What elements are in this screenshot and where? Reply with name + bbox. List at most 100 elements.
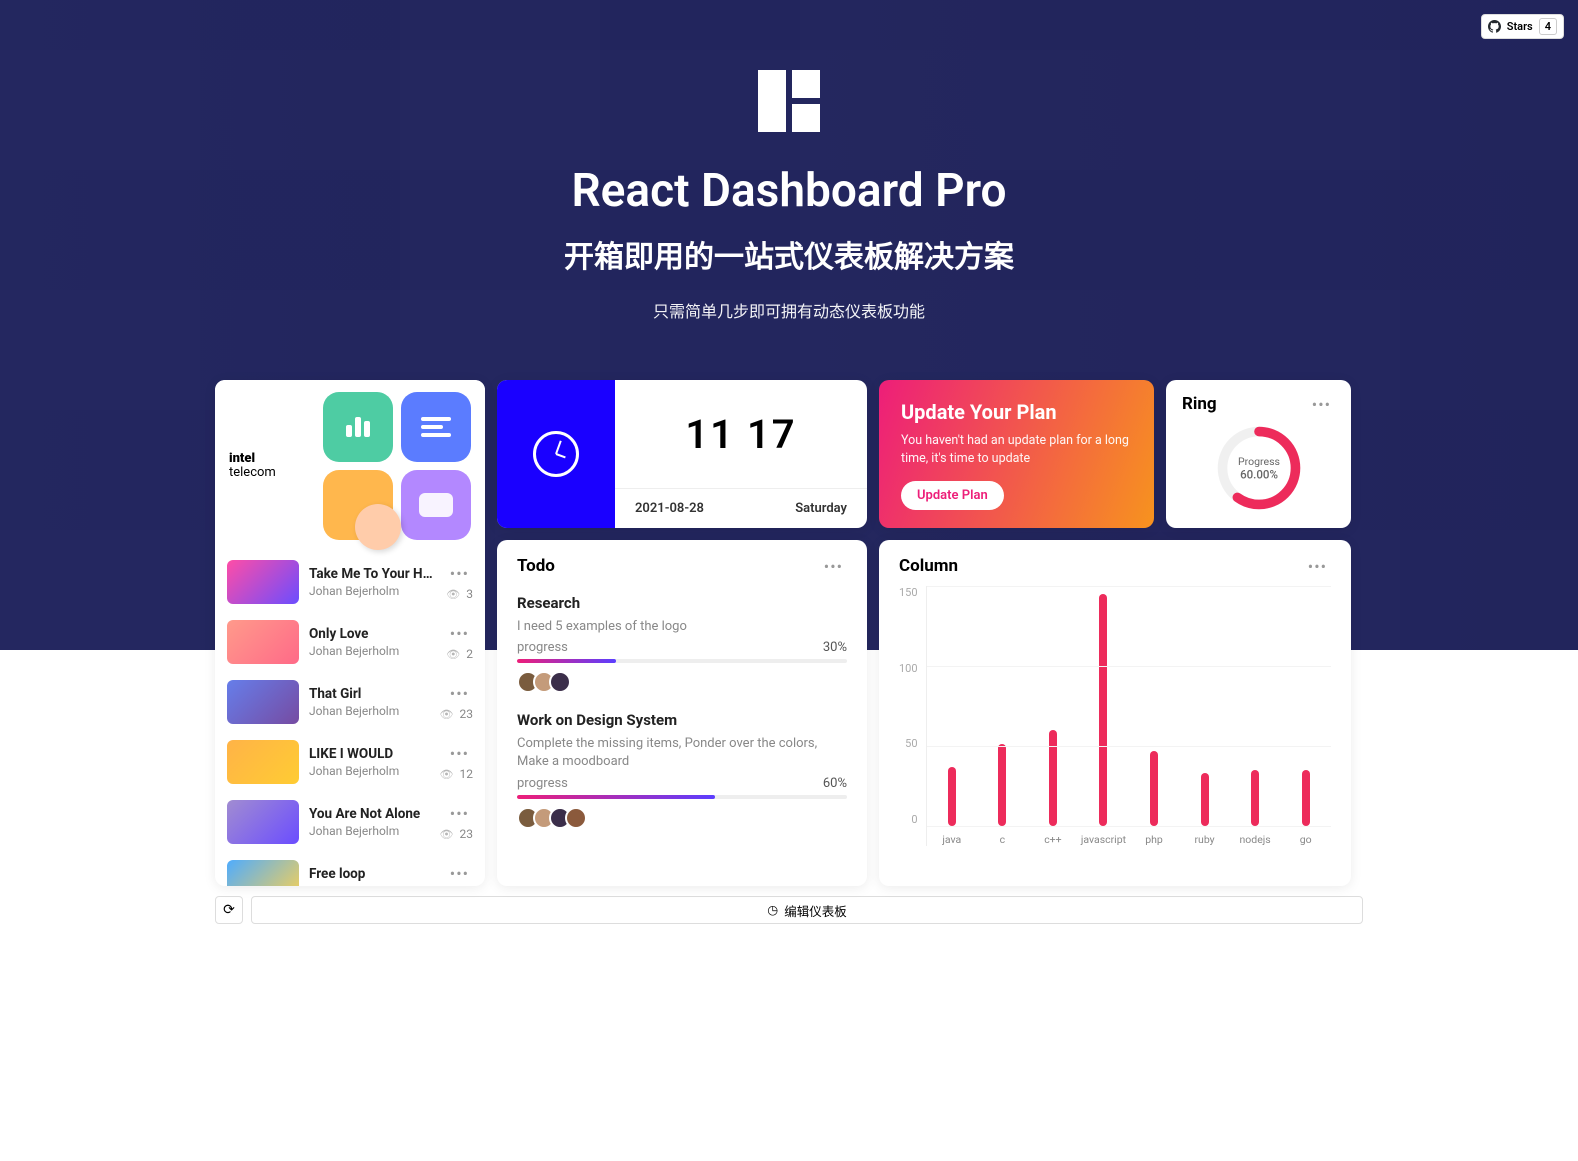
hero-subtitle: 开箱即用的一站式仪表板解决方案: [0, 232, 1578, 276]
track-row[interactable]: LIKE I WOULD Johan Bejerholm ••• 12: [215, 732, 485, 792]
github-stars-badge[interactable]: Stars 4: [1481, 14, 1564, 39]
track-row[interactable]: You Are Not Alone Johan Bejerholm ••• 23: [215, 792, 485, 852]
playlist-card: inteltelecom Take Me To Your Heart Johan…: [215, 380, 485, 886]
update-body: You haven't had an update plan for a lon…: [901, 432, 1132, 467]
more-icon[interactable]: •••: [446, 804, 473, 823]
task-item: Research I need 5 examples of the logo p…: [517, 594, 847, 693]
clock-card: 11 17 2021-08-28 Saturday: [497, 380, 867, 528]
github-icon: [1488, 20, 1501, 33]
progress-label: progress: [517, 640, 568, 655]
column-chart-card: Column ••• 150100500 java c c++ javascri…: [879, 540, 1351, 886]
svg-text:60.00%: 60.00%: [1240, 468, 1278, 482]
track-views: 3: [446, 587, 473, 601]
svg-text:Progress: Progress: [1237, 455, 1279, 468]
chart-icon: [323, 392, 393, 462]
avatar-group: [517, 671, 847, 693]
bar-rect: [1302, 770, 1310, 826]
grid-line: [927, 746, 1331, 747]
more-icon[interactable]: •••: [446, 624, 473, 643]
bar-label: php: [1145, 833, 1163, 846]
hero-tagline: 只需简单几步即可拥有动态仪表板功能: [0, 298, 1578, 322]
bar-label: javascript: [1081, 833, 1126, 846]
task-percent: 30%: [823, 640, 847, 655]
bar-javascript: javascript: [1081, 594, 1125, 826]
github-stars-count: 4: [1539, 18, 1557, 35]
refresh-button[interactable]: ⟳: [215, 896, 243, 924]
task-desc: Complete the missing items, Ponder over …: [517, 735, 847, 771]
track-title: Free loop: [309, 866, 430, 882]
bar-label: nodejs: [1239, 833, 1270, 846]
more-icon[interactable]: •••: [820, 557, 847, 576]
avatar: [565, 807, 587, 829]
track-artist: Johan Bejerholm: [309, 704, 430, 718]
more-icon[interactable]: •••: [446, 564, 473, 583]
bar-rect: [1049, 730, 1057, 826]
track-artist: Johan Bejerholm: [309, 824, 430, 838]
track-artist: Johan Bejerholm: [309, 764, 430, 778]
bar-label: c: [1000, 833, 1006, 846]
avatar-group: [517, 807, 847, 829]
more-icon[interactable]: •••: [446, 744, 473, 763]
track-row[interactable]: Free loop Johan Bejerholm ••• 36: [215, 852, 485, 886]
update-plan-card: Update Your Plan You haven't had an upda…: [879, 380, 1154, 528]
bar-rect: [1201, 773, 1209, 826]
progress-bar: [517, 659, 847, 663]
logo-icon: [758, 70, 820, 132]
update-plan-button[interactable]: Update Plan: [901, 481, 1004, 510]
track-row[interactable]: Only Love Johan Bejerholm ••• 2: [215, 612, 485, 672]
avatar: [549, 671, 571, 693]
bar-rect: [998, 744, 1006, 826]
bottom-toolbar: ⟳ ◷ 编辑仪表板: [209, 896, 1369, 944]
progress-bar: [517, 795, 847, 799]
track-views: 23: [440, 707, 473, 721]
bar-rect: [1251, 770, 1259, 826]
touch-icon: [323, 470, 393, 540]
card-icon: [401, 470, 471, 540]
track-title: That Girl: [309, 686, 430, 702]
track-thumb: [227, 740, 299, 784]
track-views: 12: [440, 767, 473, 781]
github-stars-label: Stars: [1507, 20, 1533, 33]
y-tick: 0: [899, 813, 918, 826]
grid-line: [927, 586, 1331, 587]
track-artist: Johan Bejerholm: [309, 644, 436, 658]
y-tick: 50: [899, 737, 918, 750]
track-thumb: [227, 620, 299, 664]
track-title: Take Me To Your Heart: [309, 566, 436, 582]
bar-label: go: [1300, 833, 1312, 846]
more-icon[interactable]: •••: [446, 864, 473, 883]
dashboard: inteltelecom Take Me To Your Heart Johan…: [209, 380, 1369, 886]
list-icon: [401, 392, 471, 462]
brand-label: inteltelecom: [229, 452, 276, 481]
bar-rect: [1150, 751, 1158, 826]
track-row[interactable]: That Girl Johan Bejerholm ••• 23: [215, 672, 485, 732]
bar-c: c: [980, 744, 1024, 826]
clock-icon: [533, 431, 579, 477]
more-icon[interactable]: •••: [446, 684, 473, 703]
bar-ruby: ruby: [1182, 773, 1226, 826]
track-title: You Are Not Alone: [309, 806, 430, 822]
bar-c++: c++: [1031, 730, 1075, 826]
edit-dashboard-button[interactable]: ◷ 编辑仪表板: [251, 896, 1363, 924]
track-row[interactable]: Take Me To Your Heart Johan Bejerholm ••…: [215, 552, 485, 612]
y-tick: 150: [899, 586, 918, 599]
track-artist: Johan Bejerholm: [309, 884, 430, 886]
bar-rect: [1099, 594, 1107, 826]
bar-nodejs: nodejs: [1233, 770, 1277, 826]
task-title: Research: [517, 594, 847, 612]
bar-label: ruby: [1194, 833, 1214, 846]
clock-icon-panel: [497, 380, 615, 528]
track-thumb: [227, 680, 299, 724]
grid-line: [927, 826, 1331, 827]
update-title: Update Your Plan: [901, 400, 1132, 424]
track-views: 2: [446, 647, 473, 661]
ring-title: Ring: [1182, 394, 1217, 414]
ring-chart: Progress 60.00%: [1211, 420, 1307, 516]
more-icon[interactable]: •••: [1308, 395, 1335, 414]
column-title: Column: [899, 556, 958, 576]
clock-time: 11 17: [615, 380, 867, 488]
track-artist: Johan Bejerholm: [309, 584, 436, 598]
more-icon[interactable]: •••: [1304, 557, 1331, 576]
edit-label: 编辑仪表板: [784, 901, 847, 920]
bar-label: c++: [1044, 833, 1061, 846]
